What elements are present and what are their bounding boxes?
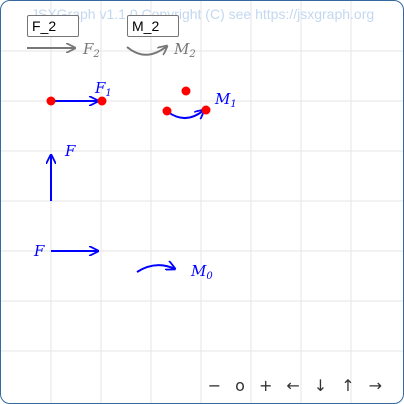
zoom-reset-button[interactable]: o xyxy=(228,376,252,395)
f-horizontal-label: F xyxy=(34,242,45,260)
pan-up-button[interactable]: ↑ xyxy=(334,376,361,395)
navigation-bar: − o + ← ↓ ↑ → xyxy=(201,376,389,395)
f2-label-base: F xyxy=(83,40,94,58)
m2-legend-arrow xyxy=(126,46,167,56)
zoom-out-button[interactable]: − xyxy=(201,376,228,395)
m1-label-sub: 1 xyxy=(230,99,237,110)
m1-label: M1 xyxy=(215,92,237,110)
copyright-text: JSXGraph v1.1.0 Copyright (C) see https:… xyxy=(31,6,375,22)
pan-right-button[interactable]: → xyxy=(362,376,389,395)
f2-label-sub: 2 xyxy=(93,49,100,60)
m2-label-sub: 2 xyxy=(189,49,196,60)
f1-label-sub: 1 xyxy=(105,88,112,99)
jsxgraph-board[interactable]: JSXGraph v1.1.0 Copyright (C) see https:… xyxy=(0,0,404,404)
f1-label: F1 xyxy=(95,81,112,99)
m0-label: M0 xyxy=(191,264,213,282)
f1-start-point[interactable] xyxy=(46,96,56,106)
f1-label-base: F xyxy=(95,79,106,97)
m2-input[interactable]: M_2 xyxy=(127,15,179,37)
m1-start-point[interactable] xyxy=(162,106,172,116)
grid xyxy=(1,1,403,403)
pan-left-button[interactable]: ← xyxy=(279,376,306,395)
board-canvas[interactable] xyxy=(1,1,403,403)
f2-label: F2 xyxy=(83,42,100,60)
zoom-in-button[interactable]: + xyxy=(252,376,279,395)
m0-label-sub: 0 xyxy=(206,271,213,282)
m2-label: M2 xyxy=(174,42,196,60)
f-vertical-label: F xyxy=(65,142,76,160)
m1-label-base: M xyxy=(215,90,231,108)
m0-arrow xyxy=(136,265,175,273)
m1-center-point[interactable] xyxy=(181,86,191,96)
m1-arrow xyxy=(167,110,204,118)
m1-end-point[interactable] xyxy=(201,105,211,115)
m2-label-base: M xyxy=(174,40,190,58)
m0-label-base: M xyxy=(191,262,207,280)
f2-input[interactable]: F_2 xyxy=(27,15,79,37)
pan-down-button[interactable]: ↓ xyxy=(307,376,334,395)
